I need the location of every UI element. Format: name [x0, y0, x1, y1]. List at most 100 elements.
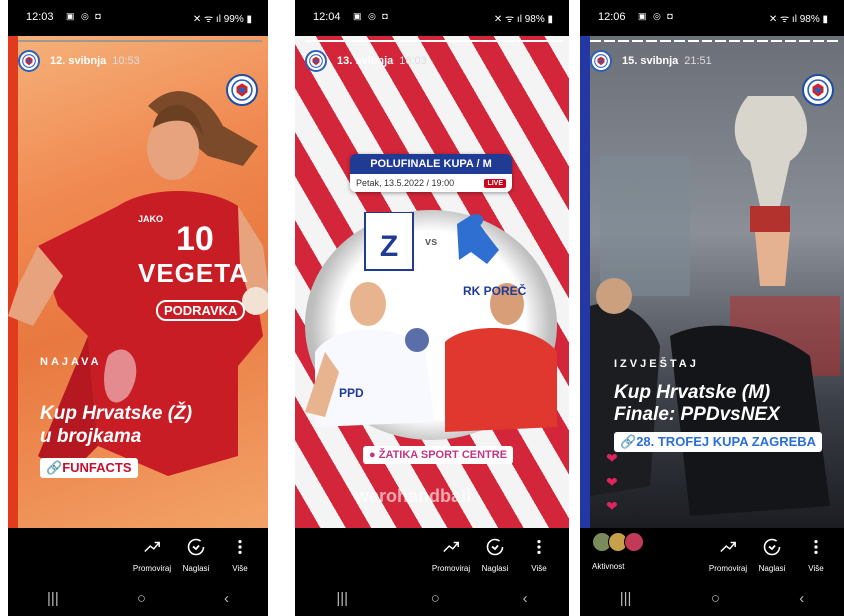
highlight-button[interactable]: Naglasi: [750, 536, 794, 573]
signal-icon: ✕ ᯤ ıl: [192, 14, 224, 25]
home-button[interactable]: ○: [431, 590, 440, 607]
trophy-photo: [590, 96, 840, 516]
notification-icons: ▣ ◎ ◘: [353, 11, 390, 21]
story-actions: Promoviraj Naglasi Više: [706, 536, 838, 573]
back-button[interactable]: ‹: [224, 590, 229, 607]
highlight-button[interactable]: Naglasi: [174, 536, 218, 573]
signal-icon: ✕ ᯤ ıl: [493, 14, 525, 25]
activity-label: Aktivnost: [592, 562, 625, 571]
story-title-line-1: Kup Hrvatske (M): [614, 382, 771, 403]
promote-label: Promoviraj: [132, 564, 172, 573]
more-vert-icon: [231, 538, 249, 556]
promote-label: Promoviraj: [708, 564, 748, 573]
system-nav-bar: ||| ○ ‹: [580, 580, 844, 616]
jersey-number: 10: [176, 220, 214, 258]
home-button[interactable]: ○: [137, 590, 146, 607]
phone-screen-1: 12:03 ▣ ◎ ◘ ✕ ᯤ ıl 99% ▮ 12. svibnja 10:…: [8, 0, 268, 616]
promote-button[interactable]: Promoviraj: [130, 536, 174, 573]
story-title: Kup Hrvatske (Ž) u brojkama: [40, 402, 192, 448]
highlight-icon: [485, 537, 505, 557]
back-button[interactable]: ‹: [799, 590, 804, 607]
phone-screen-2: 12:04 ▣ ◎ ◘ ✕ ᯤ ıl 98% ▮ 13. svibnja 16:…: [295, 0, 569, 616]
story-progress: [305, 40, 563, 42]
status-time: 12:03: [26, 11, 54, 23]
svg-text:Z: Z: [380, 230, 398, 263]
highlight-icon: [186, 537, 206, 557]
highlight-icon: [762, 537, 782, 557]
phone-screen-3: 12:06 ▣ ◎ ◘ ✕ ᯤ ıl 98% ▮ 15. svibnja 21:…: [580, 0, 844, 616]
story-view[interactable]: 13. svibnja 16:03 POLUFINALE KUPA / M Pe…: [295, 36, 569, 528]
story-title: Kup Hrvatske (M) Finale: PPDvsNEX: [614, 382, 780, 426]
status-time: 12:06: [598, 11, 626, 23]
hrs-logo-icon: [309, 54, 323, 68]
status-bar: 12:04 ▣ ◎ ◘ ✕ ᯤ ıl 98% ▮: [295, 0, 569, 34]
story-header: 12. svibnja 10:53: [18, 50, 140, 72]
story-date: 12. svibnja: [50, 55, 107, 67]
match-banner: POLUFINALE KUPA / M Petak, 13.5.2022 / 1…: [350, 154, 512, 192]
signal-icon: ✕ ᯤ ıl: [768, 14, 800, 25]
jersey-logo: PODRAVKA: [156, 300, 246, 321]
system-nav-bar: ||| ○ ‹: [8, 580, 268, 616]
story-link-sticker[interactable]: 🔗28. TROFEJ KUPA ZAGREBA: [614, 432, 823, 452]
promote-button[interactable]: Promoviraj: [706, 536, 750, 573]
highlight-button[interactable]: Naglasi: [473, 536, 517, 573]
hrs-logo-icon: [594, 54, 608, 68]
hrs-avatar[interactable]: [305, 50, 327, 72]
heart-icon: ❤: [606, 498, 618, 514]
recent-apps-button[interactable]: |||: [336, 590, 348, 607]
more-vert-icon: [530, 538, 548, 556]
story-title-line-1: Kup Hrvatske (Ž): [40, 403, 193, 424]
story-actions: Promoviraj Naglasi Više: [130, 536, 262, 573]
more-button[interactable]: Više: [218, 536, 262, 573]
battery-icon: ▮: [819, 14, 828, 25]
notification-icons: ▣ ◎ ◘: [638, 11, 675, 21]
more-label: Više: [808, 564, 824, 573]
more-vert-icon: [807, 538, 825, 556]
home-button[interactable]: ○: [711, 590, 720, 607]
hrs-avatar[interactable]: [590, 50, 612, 72]
story-time: 10:53: [112, 55, 140, 67]
story-date: 13. svibnja: [337, 55, 394, 67]
back-button[interactable]: ‹: [523, 590, 528, 607]
location-pin-icon: ●: [369, 449, 376, 461]
battery-level: 98%: [799, 14, 820, 25]
status-right: ✕ ᯤ ıl 98% ▮: [769, 11, 828, 25]
story-actions: Promoviraj Naglasi Više: [429, 536, 561, 573]
more-button[interactable]: Više: [794, 536, 838, 573]
hrs-logo-icon: [22, 54, 36, 68]
cup-logo-icon: [807, 79, 829, 101]
location-sticker[interactable]: ● ŽATIKA SPORT CENTRE: [363, 446, 514, 464]
story-time: 21:51: [684, 55, 712, 67]
more-label: Više: [531, 564, 547, 573]
jersey-brand: JAKO: [138, 214, 164, 224]
jersey-sponsor: PPD: [339, 386, 364, 400]
highlight-label: Naglasi: [758, 564, 786, 573]
story-view[interactable]: 12. svibnja 10:53 JAKO 10 VEGETA PODRAVK…: [8, 36, 268, 528]
story-date: 15. svibnja: [622, 55, 679, 67]
hrs-avatar[interactable]: [18, 50, 40, 72]
cup-logo-icon: [231, 79, 253, 101]
recent-apps-button[interactable]: |||: [620, 590, 632, 607]
battery-level: 98%: [524, 14, 545, 25]
trending-icon: [143, 538, 161, 556]
link-label: 28. TROFEJ KUPA ZAGREBA: [636, 434, 817, 449]
status-right: ✕ ᯤ ıl 98% ▮: [494, 11, 553, 25]
story-view[interactable]: 15. svibnja 21:51 IZVJEŠTAJ Kup Hrvatske…: [580, 36, 844, 528]
heart-icon: ❤: [606, 450, 618, 466]
notification-icons: ▣ ◎ ◘: [66, 11, 103, 21]
more-button[interactable]: Više: [517, 536, 561, 573]
jersey-sponsor: VEGETA: [138, 258, 249, 288]
battery-icon: ▮: [544, 14, 553, 25]
activity-button[interactable]: Aktivnost: [592, 532, 644, 571]
story-link-sticker[interactable]: 🔗FUNFACTS: [40, 458, 138, 478]
highlight-label: Naglasi: [481, 564, 509, 573]
promote-label: Promoviraj: [431, 564, 471, 573]
highlight-label: Naglasi: [182, 564, 210, 573]
promote-button[interactable]: Promoviraj: [429, 536, 473, 573]
status-time: 12:04: [313, 11, 341, 23]
cup-logo: [226, 74, 258, 106]
status-bar: 12:03 ▣ ◎ ◘ ✕ ᯤ ıl 99% ▮: [8, 0, 268, 34]
story-category: IZVJEŠTAJ: [614, 358, 699, 370]
banner-title: POLUFINALE KUPA / M: [350, 154, 512, 174]
recent-apps-button[interactable]: |||: [47, 590, 59, 607]
